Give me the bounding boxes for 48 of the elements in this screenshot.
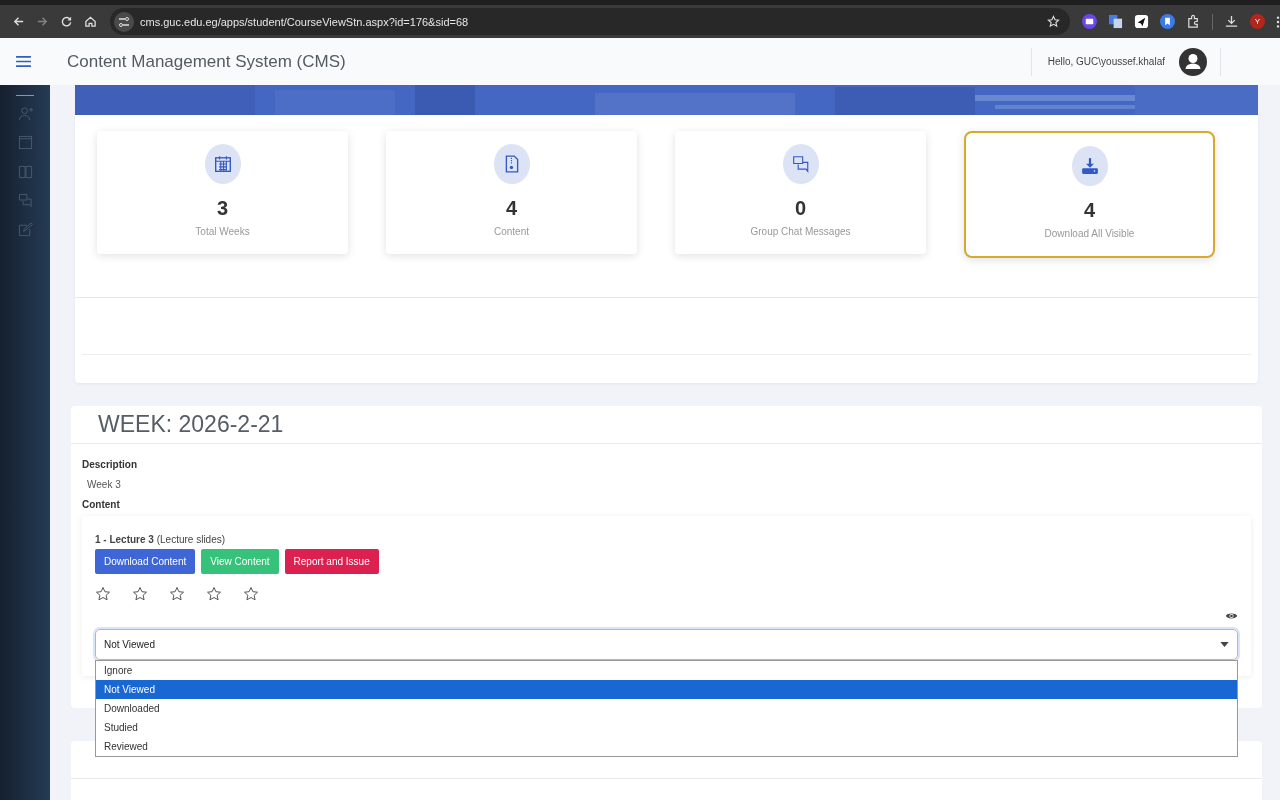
back-icon[interactable] <box>12 15 25 28</box>
week-title: WEEK: 2026-2-21 <box>98 411 284 438</box>
dropdown-option[interactable]: Ignore <box>96 661 1237 680</box>
stat-label: Content <box>494 226 529 237</box>
caret-icon <box>1220 642 1229 647</box>
dropdown-option[interactable]: Studied <box>96 718 1237 737</box>
eye-icon[interactable] <box>1225 611 1238 621</box>
content-label: Content <box>82 498 121 512</box>
folder-extension-icon[interactable] <box>1082 14 1097 29</box>
app-title: Content Management System (CMS) <box>67 51 346 72</box>
stat-value: 4 <box>505 197 518 220</box>
bookmark-star-icon[interactable] <box>1047 15 1060 28</box>
content-item-title: 1 - Lecture 3 (Lecture slides) <box>95 534 227 546</box>
download-icon <box>1080 157 1099 175</box>
user-avatar-icon[interactable] <box>1179 47 1207 76</box>
profile-avatar[interactable]: Y <box>1250 14 1265 29</box>
site-settings-icon[interactable] <box>114 11 134 32</box>
calendar-icon <box>213 155 232 173</box>
stat-card[interactable]: 4 Download All Visible <box>964 131 1215 258</box>
stat-card[interactable]: 3 Total Weeks <box>97 131 348 254</box>
translate-extension-icon[interactable] <box>1108 14 1123 29</box>
dropdown-option[interactable]: Not Viewed <box>96 680 1237 699</box>
dropdown-option[interactable]: Reviewed <box>96 737 1237 756</box>
stat-value: 3 <box>216 197 229 220</box>
star-rating[interactable] <box>95 586 259 602</box>
description-text: Week 3 <box>87 478 122 492</box>
dropdown-option[interactable]: Downloaded <box>96 699 1237 718</box>
chat-icon <box>791 155 810 173</box>
stat-label: Download All Visible <box>1044 228 1135 239</box>
action-button[interactable]: Download Content <box>95 549 196 574</box>
stat-label: Total Weeks <box>195 226 250 237</box>
bookmark-extension-icon[interactable] <box>1160 14 1175 29</box>
home-icon[interactable] <box>84 15 97 28</box>
stat-value: 4 <box>1083 199 1096 222</box>
more-menu-icon[interactable] <box>1276 14 1280 29</box>
menu-icon[interactable] <box>15 55 32 68</box>
download-icon[interactable] <box>1224 14 1239 29</box>
extensions-icon[interactable] <box>1186 14 1201 29</box>
description-label: Description <box>82 458 138 472</box>
reload-icon[interactable] <box>60 15 73 28</box>
status-select[interactable]: Not Viewed <box>95 629 1238 660</box>
action-button[interactable]: Report and Issue <box>284 549 379 574</box>
stat-label: Group Chat Messages <box>750 226 851 237</box>
stat-value: 0 <box>794 197 807 220</box>
send-extension-icon[interactable] <box>1134 14 1149 29</box>
stat-card[interactable]: 0 Group Chat Messages <box>675 131 926 254</box>
greeting-text: Hello, GUC\youssef.khalaf <box>1047 56 1165 67</box>
stat-card[interactable]: 4 Content <box>386 131 637 254</box>
